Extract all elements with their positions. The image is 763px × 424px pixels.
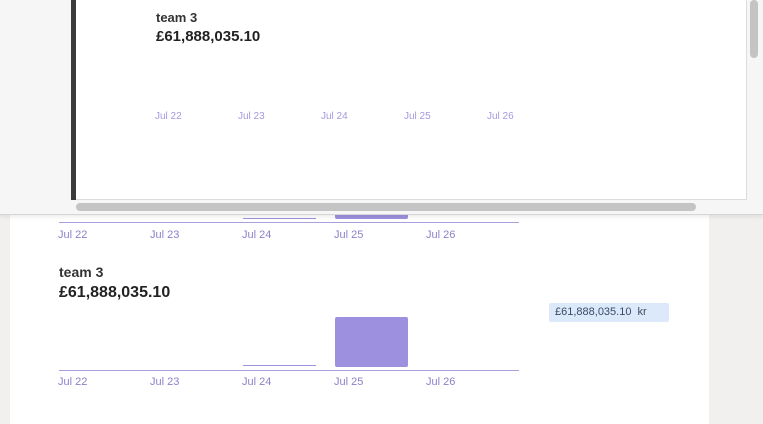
overlay-canvas: team 3 £61,888,035.10 Jul 22 Jul 23 Jul … — [76, 0, 747, 200]
overlay-tick-label: Jul 23 — [238, 111, 265, 122]
overlay-team-amount: £61,888,035.10 — [156, 28, 261, 45]
badge-currency: kr — [637, 306, 647, 318]
chart-bar-jul24 — [243, 218, 316, 219]
vertical-scrollbar-thumb[interactable] — [750, 0, 758, 58]
overlay-tick-label: Jul 24 — [321, 111, 348, 122]
chart-baseline — [59, 222, 519, 223]
tick-label: Jul 22 — [58, 376, 88, 388]
chart-bar-jul25[interactable] — [335, 317, 408, 367]
chart-baseline — [59, 370, 519, 371]
badge-amount: £61,888,035.10 — [555, 306, 632, 318]
preview-overlay: team 3 £61,888,035.10 Jul 22 Jul 23 Jul … — [0, 0, 763, 215]
tick-label: Jul 22 — [58, 229, 88, 241]
tick-label: Jul 25 — [334, 229, 364, 241]
tick-label: Jul 23 — [150, 376, 180, 388]
overlay-tick-label: Jul 25 — [404, 111, 431, 122]
tick-label: Jul 24 — [242, 229, 272, 241]
horizontal-scrollbar-thumb[interactable] — [76, 203, 696, 211]
chart-bar-jul24 — [243, 365, 316, 366]
overlay-tick-label: Jul 22 — [155, 111, 182, 122]
tick-label: Jul 23 — [150, 229, 180, 241]
tick-label: Jul 24 — [242, 376, 272, 388]
team-amount: £61,888,035.10 — [59, 284, 171, 301]
overlay-team-label: team 3 — [156, 10, 198, 25]
team-label: team 3 — [59, 264, 104, 280]
overlay-tick-label: Jul 26 — [487, 111, 514, 122]
tick-label: Jul 26 — [426, 376, 456, 388]
amount-badge: £61,888,035.10 kr — [549, 303, 669, 322]
tick-label: Jul 25 — [334, 376, 364, 388]
tick-label: Jul 26 — [426, 229, 456, 241]
